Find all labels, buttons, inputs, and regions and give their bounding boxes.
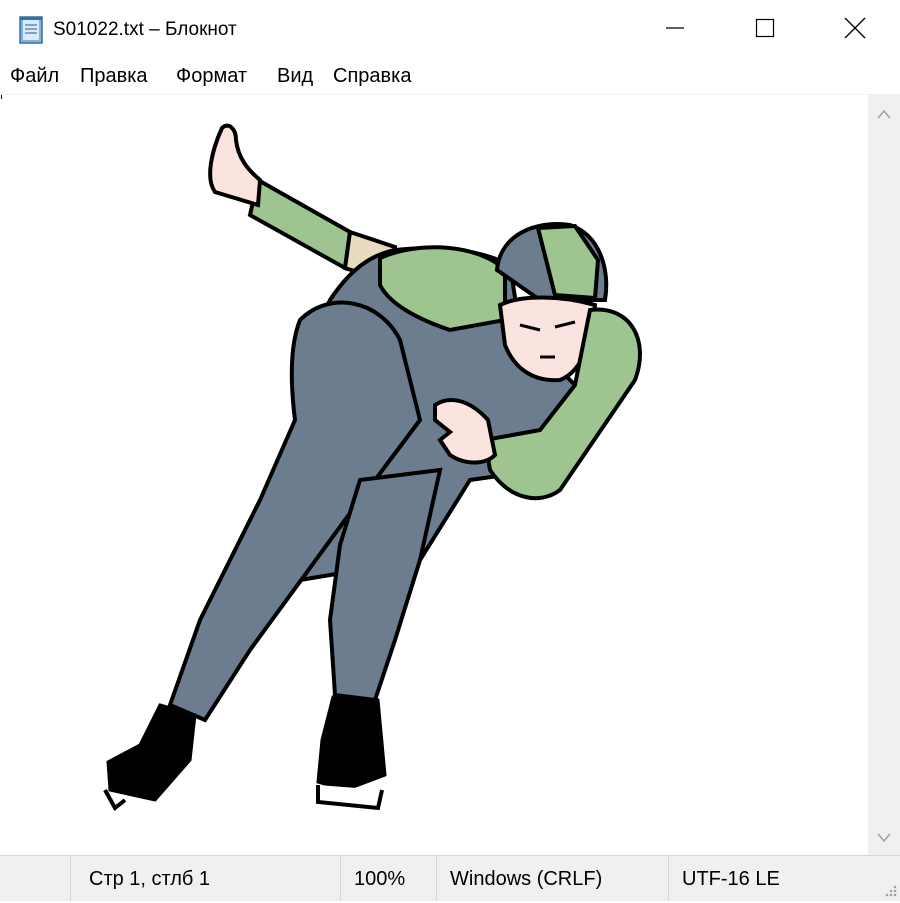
close-icon [844,17,866,44]
menu-help[interactable]: Справка [333,65,411,88]
status-position: Стр 1, стлб 1 [89,868,211,890]
status-zoom: 100% [354,868,406,890]
minimize-button[interactable] [630,0,720,60]
maximize-button[interactable] [720,0,810,60]
menu-file[interactable]: Файл [10,65,59,88]
menu-bar: Файл Правка Формат Вид Справка [0,60,900,95]
status-zoom-segment: 100% [340,856,436,901]
text-caret [1,95,2,99]
close-button[interactable] [810,0,900,60]
status-line-ending-segment: Windows (CRLF) [436,856,668,901]
status-encoding: UTF-16 LE [682,868,780,890]
title-bar[interactable]: S01022.txt – Блокнот [0,0,900,60]
vertical-scrollbar[interactable] [868,95,900,855]
status-bar: Стр 1, стлб 1 100% Windows (CRLF) UTF-16… [0,855,900,901]
scroll-up-icon[interactable] [876,107,892,119]
notepad-icon [17,15,45,45]
status-line-ending: Windows (CRLF) [450,868,603,890]
speed-skater-illustration [103,123,642,812]
resize-grip-icon[interactable] [880,880,898,898]
window-title: S01022.txt – Блокнот [53,19,237,40]
maximize-icon [755,18,775,43]
status-encoding-segment: UTF-16 LE [668,856,868,901]
minimize-icon [665,18,685,43]
menu-view[interactable]: Вид [277,65,313,88]
menu-edit[interactable]: Правка [80,65,148,88]
status-position-segment: Стр 1, стлб 1 [70,856,340,901]
text-editor-area[interactable] [0,95,868,855]
scroll-down-icon[interactable] [876,831,892,843]
menu-format[interactable]: Формат [176,65,247,88]
